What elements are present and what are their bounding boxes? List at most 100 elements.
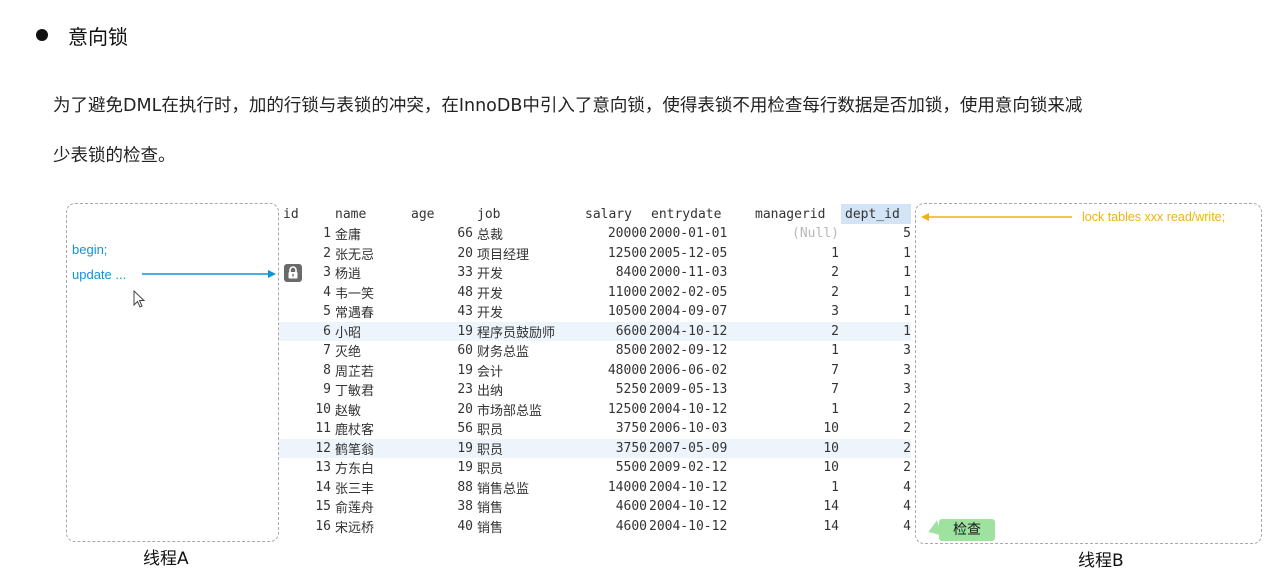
cell-id[interactable]: 4	[279, 283, 331, 303]
cell-name[interactable]: 金庸	[335, 224, 409, 244]
cell-managerid[interactable]: 1	[755, 244, 839, 264]
cell-dept-id[interactable]: 2	[841, 458, 911, 478]
cell-name[interactable]: 俞莲舟	[335, 497, 409, 517]
cell-job[interactable]: 财务总监	[477, 341, 583, 361]
cell-job[interactable]: 总裁	[477, 224, 583, 244]
cell-age[interactable]: 48	[411, 283, 473, 303]
cell-managerid[interactable]: 10	[755, 419, 839, 439]
cell-name[interactable]: 张三丰	[335, 478, 409, 498]
table-row[interactable]: 1 金庸 66 总裁 20000 2000-01-01 (Null) 5	[279, 224, 911, 244]
cell-id[interactable]: 3	[279, 263, 331, 283]
cell-name[interactable]: 方东白	[335, 458, 409, 478]
table-row[interactable]: 15 俞莲舟 38 销售 4600 2004-10-12 14 4	[279, 497, 911, 517]
cell-id[interactable]: 2	[279, 244, 331, 264]
cell-job[interactable]: 程序员鼓励师	[477, 322, 583, 342]
cell-dept-id[interactable]: 4	[841, 517, 911, 537]
table-row[interactable]: 2 张无忌 20 项目经理 12500 2005-12-05 1 1	[279, 244, 911, 264]
table-row[interactable]: 14 张三丰 88 销售总监 14000 2004-10-12 1 4	[279, 478, 911, 498]
cell-id[interactable]: 12	[279, 439, 331, 459]
cell-managerid[interactable]: 14	[755, 497, 839, 517]
cell-managerid[interactable]: (Null)	[755, 224, 839, 244]
cell-managerid[interactable]: 14	[755, 517, 839, 537]
table-row[interactable]: 6 小昭 19 程序员鼓励师 6600 2004-10-12 2 1	[279, 321, 911, 342]
cell-job[interactable]: 项目经理	[477, 244, 583, 264]
cell-salary[interactable]: 4600	[583, 517, 647, 537]
cell-id[interactable]: 8	[279, 361, 331, 381]
cell-age[interactable]: 33	[411, 263, 473, 283]
cell-dept-id[interactable]: 2	[841, 400, 911, 420]
cell-entrydate[interactable]: 2000-11-03	[649, 263, 753, 283]
cell-salary[interactable]: 3750	[583, 439, 647, 459]
cell-age[interactable]: 19	[411, 458, 473, 478]
cell-entrydate[interactable]: 2002-02-05	[649, 283, 753, 303]
cell-job[interactable]: 职员	[477, 439, 583, 459]
cell-name[interactable]: 灭绝	[335, 341, 409, 361]
cell-job[interactable]: 开发	[477, 263, 583, 283]
cell-age[interactable]: 66	[411, 224, 473, 244]
cell-dept-id[interactable]: 3	[841, 361, 911, 381]
table-row[interactable]: 9 丁敏君 23 出纳 5250 2009-05-13 7 3	[279, 380, 911, 400]
cell-name[interactable]: 张无忌	[335, 244, 409, 264]
cell-age[interactable]: 20	[411, 244, 473, 264]
table-row[interactable]: 11 鹿杖客 56 职员 3750 2006-10-03 10 2	[279, 419, 911, 439]
column-header-dept-id[interactable]: dept_id	[841, 204, 911, 224]
table-row[interactable]: 13 方东白 19 职员 5500 2009-02-12 10 2	[279, 458, 911, 478]
cell-age[interactable]: 19	[411, 361, 473, 381]
cell-id[interactable]: 7	[279, 341, 331, 361]
cell-age[interactable]: 19	[411, 322, 473, 342]
cell-salary[interactable]: 4600	[583, 497, 647, 517]
cell-job[interactable]: 会计	[477, 361, 583, 381]
cell-id[interactable]: 13	[279, 458, 331, 478]
cell-entrydate[interactable]: 2004-10-12	[649, 478, 753, 498]
cell-salary[interactable]: 8500	[583, 341, 647, 361]
cell-salary[interactable]: 5250	[583, 380, 647, 400]
cell-name[interactable]: 宋远桥	[335, 517, 409, 537]
cell-entrydate[interactable]: 2000-01-01	[649, 224, 753, 244]
cell-job[interactable]: 职员	[477, 458, 583, 478]
table-row[interactable]: 10 赵敏 20 市场部总监 12500 2004-10-12 1 2	[279, 400, 911, 420]
cell-age[interactable]: 23	[411, 380, 473, 400]
cell-job[interactable]: 开发	[477, 302, 583, 322]
column-header-name[interactable]: name	[335, 204, 405, 224]
cell-name[interactable]: 小昭	[335, 322, 409, 342]
cell-entrydate[interactable]: 2006-06-02	[649, 361, 753, 381]
cell-age[interactable]: 56	[411, 419, 473, 439]
cell-id[interactable]: 9	[279, 380, 331, 400]
cell-dept-id[interactable]: 1	[841, 322, 911, 342]
cell-job[interactable]: 销售	[477, 497, 583, 517]
cell-managerid[interactable]: 3	[755, 302, 839, 322]
cell-salary[interactable]: 6600	[583, 322, 647, 342]
cell-managerid[interactable]: 2	[755, 263, 839, 283]
table-row[interactable]: 16 宋远桥 40 销售 4600 2004-10-12 14 4	[279, 517, 911, 537]
cell-dept-id[interactable]: 3	[841, 380, 911, 400]
cell-id[interactable]: 14	[279, 478, 331, 498]
cell-job[interactable]: 开发	[477, 283, 583, 303]
cell-age[interactable]: 88	[411, 478, 473, 498]
cell-job[interactable]: 职员	[477, 419, 583, 439]
cell-entrydate[interactable]: 2004-10-12	[649, 322, 753, 342]
column-header-id[interactable]: id	[283, 204, 323, 224]
cell-salary[interactable]: 14000	[583, 478, 647, 498]
cell-age[interactable]: 20	[411, 400, 473, 420]
cell-dept-id[interactable]: 5	[841, 224, 911, 244]
cell-age[interactable]: 40	[411, 517, 473, 537]
cell-job[interactable]: 出纳	[477, 380, 583, 400]
cell-name[interactable]: 丁敏君	[335, 380, 409, 400]
cell-name[interactable]: 鹤笔翁	[335, 439, 409, 459]
table-row[interactable]: 7 灭绝 60 财务总监 8500 2002-09-12 1 3	[279, 341, 911, 361]
cell-managerid[interactable]: 10	[755, 439, 839, 459]
column-header-managerid[interactable]: managerid	[755, 204, 839, 224]
cell-name[interactable]: 赵敏	[335, 400, 409, 420]
cell-job[interactable]: 销售	[477, 517, 583, 537]
cell-managerid[interactable]: 2	[755, 322, 839, 342]
cell-managerid[interactable]: 10	[755, 458, 839, 478]
cell-name[interactable]: 韦一笑	[335, 283, 409, 303]
cell-entrydate[interactable]: 2006-10-03	[649, 419, 753, 439]
table-row[interactable]: 12 鹤笔翁 19 职员 3750 2007-05-09 10 2	[279, 438, 911, 459]
cell-salary[interactable]: 12500	[583, 244, 647, 264]
table-row[interactable]: 8 周芷若 19 会计 48000 2006-06-02 7 3	[279, 361, 911, 381]
cell-entrydate[interactable]: 2009-02-12	[649, 458, 753, 478]
cell-dept-id[interactable]: 2	[841, 439, 911, 459]
cell-id[interactable]: 10	[279, 400, 331, 420]
cell-dept-id[interactable]: 4	[841, 478, 911, 498]
